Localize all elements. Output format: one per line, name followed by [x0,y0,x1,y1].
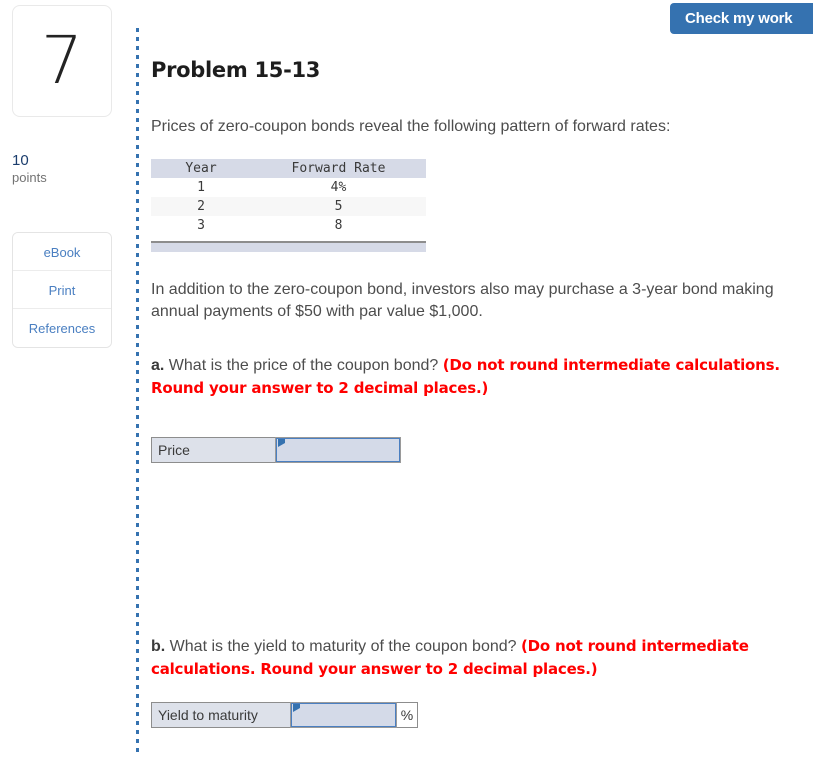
tool-button-group: eBook Print References [12,232,112,348]
question-a-text: What is the price of the coupon bond? [164,357,443,374]
question-number-box: 7 [12,5,112,117]
cell-forward-rate: 5 [251,197,426,216]
table-header-row: Year Forward Rate [151,159,426,178]
question-b: b. What is the yield to maturity of the … [151,635,813,681]
table-row: 1 4% [151,178,426,197]
intro-text: Prices of zero-coupon bonds reveal the f… [151,118,671,135]
answer-row-yield-to-maturity: Yield to maturity % [151,702,418,728]
column-header-year: Year [151,159,251,178]
references-button[interactable]: References [13,309,111,347]
forward-rate-table: Year Forward Rate 1 4% 2 5 3 8 [151,159,426,235]
percent-unit-label: % [396,703,417,727]
ebook-button[interactable]: eBook [13,233,111,271]
answer-row-price: Price [151,437,401,463]
left-rail: 7 10 points eBook Print References [0,0,130,757]
question-number: 7 [41,22,83,99]
price-input[interactable] [275,437,401,463]
points-block: 10 points [12,152,122,186]
print-button[interactable]: Print [13,271,111,309]
table-footer-bar [151,241,426,252]
cell-forward-rate: 8 [251,216,426,235]
page-title: Problem 15-13 [151,58,321,82]
table-row: 3 8 [151,216,426,235]
cell-year: 1 [151,178,251,197]
question-b-letter: b. [151,638,166,655]
yield-to-maturity-input[interactable] [290,702,397,728]
dotted-divider [136,28,139,757]
points-value: 10 [12,152,29,169]
answer-label-yield-to-maturity: Yield to maturity [152,703,291,727]
addition-text: In addition to the zero-coupon bond, inv… [151,281,774,320]
cell-year: 3 [151,216,251,235]
yield-input-wrapper [290,702,397,728]
question-a: a. What is the price of the coupon bond?… [151,354,813,400]
answer-label-price: Price [152,438,276,462]
forward-rate-table-wrapper: Year Forward Rate 1 4% 2 5 3 8 [151,159,426,252]
question-a-letter: a. [151,357,165,374]
cell-year: 2 [151,197,251,216]
points-label: points [12,170,47,185]
question-b-text: What is the yield to maturity of the cou… [165,638,521,655]
cell-forward-rate: 4% [251,178,426,197]
problem-content: Problem 15-13 Prices of zero-coupon bond… [151,0,813,728]
price-input-wrapper [275,437,401,463]
table-row: 2 5 [151,197,426,216]
column-header-forward-rate: Forward Rate [251,159,426,178]
